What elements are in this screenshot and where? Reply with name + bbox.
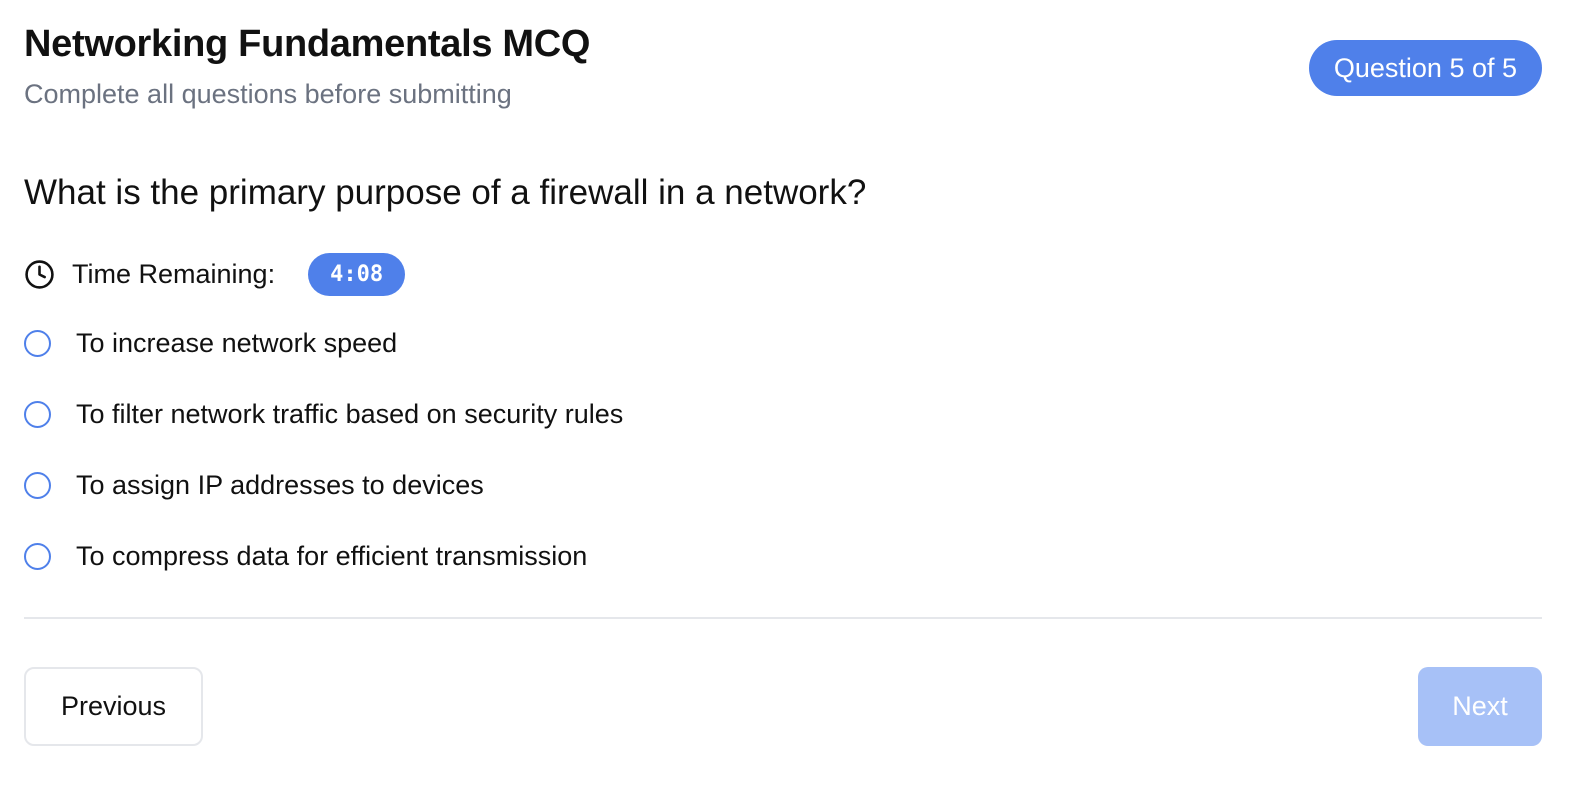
quiz-page: Networking Fundamentals MCQ Complete all… <box>0 0 1594 808</box>
answer-option[interactable]: To increase network speed <box>24 320 623 366</box>
timer: Time Remaining: 4:08 <box>24 252 406 296</box>
answer-option-label: To increase network speed <box>76 327 398 358</box>
page-subtitle: Complete all questions before submitting <box>24 79 512 109</box>
answer-options: To increase network speed To filter netw… <box>24 320 623 604</box>
question-progress-badge: Question 5 of 5 <box>1308 40 1542 96</box>
timer-label: Time Remaining: <box>72 258 276 289</box>
answer-option-label: To assign IP addresses to devices <box>76 469 484 500</box>
radio-button[interactable] <box>24 329 51 357</box>
clock-icon <box>24 259 55 290</box>
page-title: Networking Fundamentals MCQ <box>24 23 591 65</box>
radio-button[interactable] <box>24 542 51 570</box>
answer-option[interactable]: To filter network traffic based on secur… <box>24 391 623 437</box>
quiz-header: Networking Fundamentals MCQ Complete all… <box>24 22 590 110</box>
radio-button[interactable] <box>24 471 51 499</box>
answer-option-label: To filter network traffic based on secur… <box>76 398 624 429</box>
divider <box>24 617 1542 619</box>
answer-option-label: To compress data for efficient transmiss… <box>76 540 588 571</box>
radio-button[interactable] <box>24 400 51 428</box>
next-button[interactable]: Next <box>1418 667 1542 746</box>
answer-option[interactable]: To assign IP addresses to devices <box>24 462 623 508</box>
timer-value: 4:08 <box>308 252 406 296</box>
answer-option[interactable]: To compress data for efficient transmiss… <box>24 533 623 579</box>
previous-button[interactable]: Previous <box>24 667 203 746</box>
question-text: What is the primary purpose of a firewal… <box>24 173 867 212</box>
